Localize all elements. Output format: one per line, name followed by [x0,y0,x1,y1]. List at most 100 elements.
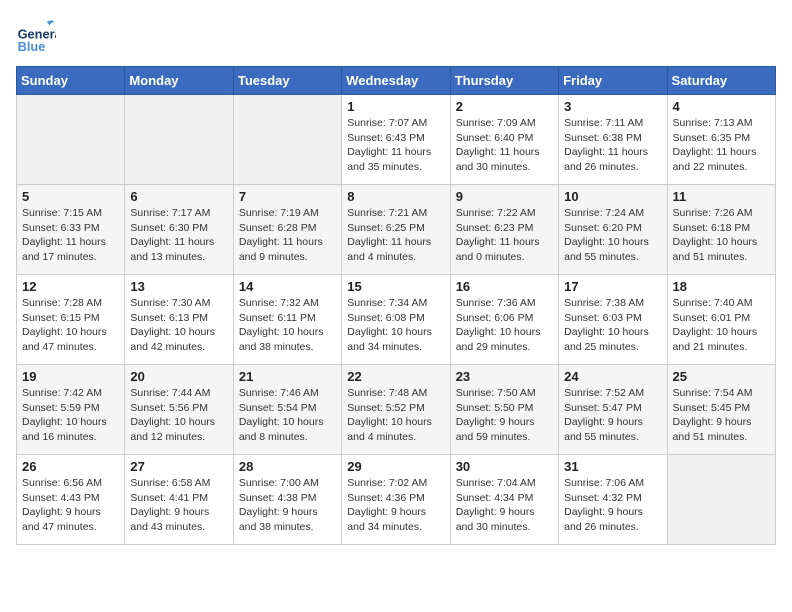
calendar-cell: 18 Sunrise: 7:40 AM Sunset: 6:01 PM Dayli… [667,275,775,365]
calendar-cell: 14Sunrise: 7:32 AM Sunset: 6:11 PM Dayli… [233,275,341,365]
day-number: 21 [239,369,336,384]
calendar-cell: 19Sunrise: 7:42 AM Sunset: 5:59 PM Dayli… [17,365,125,455]
day-info: Sunrise: 7:28 AM Sunset: 6:15 PM Dayligh… [22,296,119,355]
calendar-cell: 27 Sunrise: 6:58 AM Sunset: 4:41 PM Dayli… [125,455,233,545]
day-number: 29 [347,459,444,474]
day-info: Sunrise: 7:15 AM Sunset: 6:33 PM Dayligh… [22,206,119,265]
calendar-cell [233,95,341,185]
header: General Blue [16,16,776,56]
calendar-cell: 3 Sunrise: 7:11 AM Sunset: 6:38 PM Daylig… [559,95,667,185]
day-number: 30 [456,459,553,474]
day-info: Sunrise: 7:22 AM Sunset: 6:23 PM Dayligh… [456,206,553,265]
weekday-header-monday: Monday [125,67,233,95]
calendar-week-row: 1 Sunrise: 7:07 AM Sunset: 6:43 PM Daylig… [17,95,776,185]
day-number: 25 [673,369,770,384]
day-number: 7 [239,189,336,204]
day-info: Sunrise: 7:38 AM Sunset: 6:03 PM Dayligh… [564,296,661,355]
day-number: 8 [347,189,444,204]
calendar-cell: 7 Sunrise: 7:19 AM Sunset: 6:28 PM Daylig… [233,185,341,275]
day-number: 4 [673,99,770,114]
calendar-cell: 23Sunrise: 7:50 AM Sunset: 5:50 PM Dayli… [450,365,558,455]
day-info: Sunrise: 6:58 AM Sunset: 4:41 PM Dayligh… [130,476,227,535]
day-number: 12 [22,279,119,294]
day-info: Sunrise: 7:40 AM Sunset: 6:01 PM Dayligh… [673,296,770,355]
calendar-cell: 29Sunrise: 7:02 AM Sunset: 4:36 PM Dayli… [342,455,450,545]
calendar-cell [17,95,125,185]
day-number: 23 [456,369,553,384]
weekday-header-saturday: Saturday [667,67,775,95]
day-number: 2 [456,99,553,114]
day-number: 1 [347,99,444,114]
day-info: Sunrise: 7:21 AM Sunset: 6:25 PM Dayligh… [347,206,444,265]
day-number: 31 [564,459,661,474]
day-info: Sunrise: 7:13 AM Sunset: 6:35 PM Dayligh… [673,116,770,175]
svg-text:Blue: Blue [18,39,46,54]
day-number: 18 [673,279,770,294]
day-number: 17 [564,279,661,294]
day-info: Sunrise: 7:19 AM Sunset: 6:28 PM Dayligh… [239,206,336,265]
day-number: 3 [564,99,661,114]
day-info: Sunrise: 7:48 AM Sunset: 5:52 PM Dayligh… [347,386,444,445]
calendar-cell: 10Sunrise: 7:24 AM Sunset: 6:20 PM Dayli… [559,185,667,275]
calendar-cell: 22 Sunrise: 7:48 AM Sunset: 5:52 PM Dayli… [342,365,450,455]
day-info: Sunrise: 7:26 AM Sunset: 6:18 PM Dayligh… [673,206,770,265]
day-info: Sunrise: 7:36 AM Sunset: 6:06 PM Dayligh… [456,296,553,355]
calendar-cell: 16 Sunrise: 7:36 AM Sunset: 6:06 PM Dayli… [450,275,558,365]
day-info: Sunrise: 7:54 AM Sunset: 5:45 PM Dayligh… [673,386,770,445]
day-info: Sunrise: 6:56 AM Sunset: 4:43 PM Dayligh… [22,476,119,535]
calendar-cell: 15 Sunrise: 7:34 AM Sunset: 6:08 PM Dayli… [342,275,450,365]
day-info: Sunrise: 7:07 AM Sunset: 6:43 PM Dayligh… [347,116,444,175]
calendar-cell: 20 Sunrise: 7:44 AM Sunset: 5:56 PM Dayli… [125,365,233,455]
calendar-cell: 8 Sunrise: 7:21 AM Sunset: 6:25 PM Daylig… [342,185,450,275]
day-info: Sunrise: 7:42 AM Sunset: 5:59 PM Dayligh… [22,386,119,445]
day-info: Sunrise: 7:17 AM Sunset: 6:30 PM Dayligh… [130,206,227,265]
calendar-cell: 12 Sunrise: 7:28 AM Sunset: 6:15 PM Dayli… [17,275,125,365]
day-info: Sunrise: 7:32 AM Sunset: 6:11 PM Dayligh… [239,296,336,355]
calendar-cell: 25 Sunrise: 7:54 AM Sunset: 5:45 PM Dayli… [667,365,775,455]
day-info: Sunrise: 7:06 AM Sunset: 4:32 PM Dayligh… [564,476,661,535]
calendar-cell: 26 Sunrise: 6:56 AM Sunset: 4:43 PM Dayli… [17,455,125,545]
logo-icon: General Blue [16,16,56,56]
weekday-header-sunday: Sunday [17,67,125,95]
logo: General Blue [16,16,56,56]
day-number: 6 [130,189,227,204]
weekday-header-thursday: Thursday [450,67,558,95]
day-info: Sunrise: 7:11 AM Sunset: 6:38 PM Dayligh… [564,116,661,175]
calendar-cell: 6 Sunrise: 7:17 AM Sunset: 6:30 PM Daylig… [125,185,233,275]
day-number: 11 [673,189,770,204]
weekday-header-friday: Friday [559,67,667,95]
day-number: 9 [456,189,553,204]
calendar-cell: 21Sunrise: 7:46 AM Sunset: 5:54 PM Dayli… [233,365,341,455]
day-number: 16 [456,279,553,294]
day-info: Sunrise: 7:09 AM Sunset: 6:40 PM Dayligh… [456,116,553,175]
day-info: Sunrise: 7:34 AM Sunset: 6:08 PM Dayligh… [347,296,444,355]
calendar-week-row: 26 Sunrise: 6:56 AM Sunset: 4:43 PM Dayli… [17,455,776,545]
weekday-header-tuesday: Tuesday [233,67,341,95]
day-number: 15 [347,279,444,294]
calendar-table: SundayMondayTuesdayWednesdayThursdayFrid… [16,66,776,545]
day-number: 22 [347,369,444,384]
calendar-cell: 4 Sunrise: 7:13 AM Sunset: 6:35 PM Daylig… [667,95,775,185]
calendar-week-row: 19Sunrise: 7:42 AM Sunset: 5:59 PM Dayli… [17,365,776,455]
day-info: Sunrise: 7:44 AM Sunset: 5:56 PM Dayligh… [130,386,227,445]
calendar-cell [667,455,775,545]
day-number: 20 [130,369,227,384]
day-info: Sunrise: 7:00 AM Sunset: 4:38 PM Dayligh… [239,476,336,535]
calendar-header: SundayMondayTuesdayWednesdayThursdayFrid… [17,67,776,95]
calendar-cell: 9 Sunrise: 7:22 AM Sunset: 6:23 PM Daylig… [450,185,558,275]
day-number: 27 [130,459,227,474]
weekday-header-row: SundayMondayTuesdayWednesdayThursdayFrid… [17,67,776,95]
calendar-cell: 31 Sunrise: 7:06 AM Sunset: 4:32 PM Dayli… [559,455,667,545]
calendar-cell: 11 Sunrise: 7:26 AM Sunset: 6:18 PM Dayli… [667,185,775,275]
day-number: 5 [22,189,119,204]
day-number: 13 [130,279,227,294]
day-number: 10 [564,189,661,204]
calendar-cell: 24Sunrise: 7:52 AM Sunset: 5:47 PM Dayli… [559,365,667,455]
calendar-cell: 1 Sunrise: 7:07 AM Sunset: 6:43 PM Daylig… [342,95,450,185]
calendar-cell: 28 Sunrise: 7:00 AM Sunset: 4:38 PM Dayli… [233,455,341,545]
calendar-cell: 2 Sunrise: 7:09 AM Sunset: 6:40 PM Daylig… [450,95,558,185]
day-number: 26 [22,459,119,474]
weekday-header-wednesday: Wednesday [342,67,450,95]
day-number: 28 [239,459,336,474]
day-info: Sunrise: 7:52 AM Sunset: 5:47 PM Dayligh… [564,386,661,445]
